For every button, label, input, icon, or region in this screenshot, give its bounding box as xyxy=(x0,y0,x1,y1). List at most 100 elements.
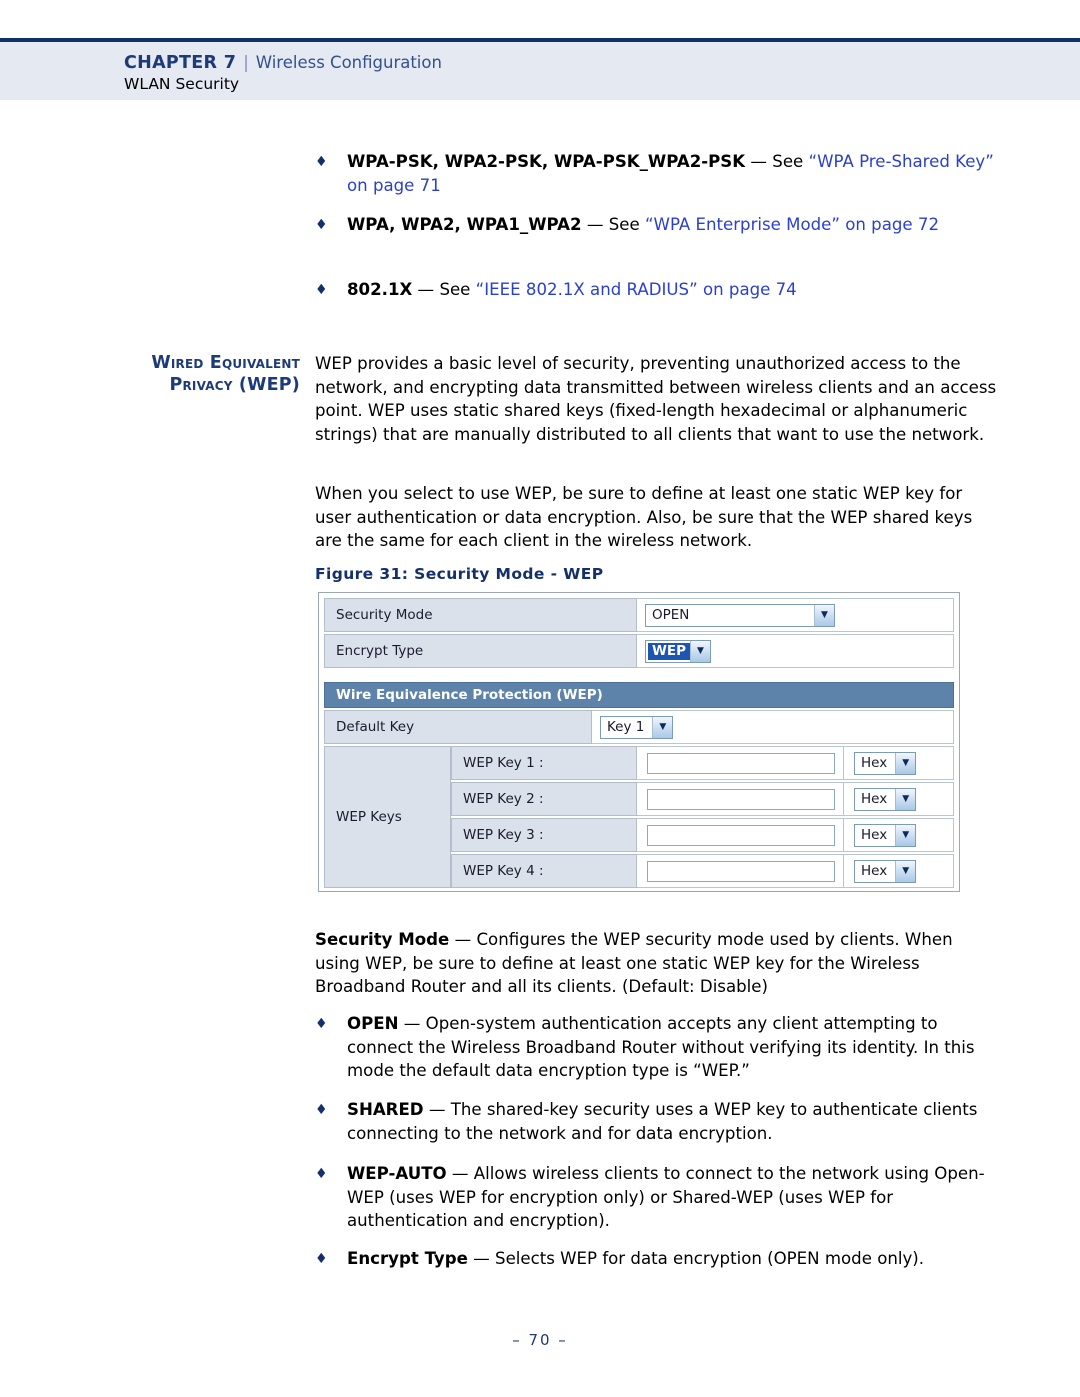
form-row-default-key: Default Key Key 1 ▼ xyxy=(324,710,954,744)
bullet-dash: — xyxy=(398,1014,426,1033)
chevron-down-icon[interactable]: ▼ xyxy=(895,788,916,810)
wep-key-1-type-select[interactable]: Hex ▼ xyxy=(854,751,917,775)
cross-reference-link[interactable]: “IEEE 802.1X and RADIUS” on page 74 xyxy=(476,280,797,299)
encrypt-type-select[interactable]: WEP ▼ xyxy=(645,639,712,663)
wep-key-3-type-select[interactable]: Hex ▼ xyxy=(854,823,917,847)
paragraph-security-mode: Security Mode — Configures the WEP secur… xyxy=(315,928,1000,999)
bullet-text-body: Open-system authentication accepts any c… xyxy=(347,1014,975,1080)
form-row-security-mode: Security Mode OPEN ▼ xyxy=(324,598,954,632)
figure-security-mode-wep: Security Mode OPEN ▼ Encrypt Type WEP ▼ … xyxy=(318,592,960,892)
cross-reference-link[interactable]: “WPA Enterprise Mode” on page 72 xyxy=(645,215,939,234)
bullet-lead: See xyxy=(608,215,645,234)
wep-key-3-type-value: Hex xyxy=(861,827,888,843)
security-mode-field: OPEN ▼ xyxy=(637,598,954,632)
bullet-dash: — xyxy=(467,1249,496,1268)
wep-key-2-input[interactable] xyxy=(647,788,835,810)
wep-key-4-label: WEP Key 4 : xyxy=(451,854,637,888)
chevron-down-icon[interactable]: ▼ xyxy=(652,716,673,738)
header-section-title: Wireless Configuration xyxy=(255,53,442,72)
wep-key-1-input-cell xyxy=(637,746,844,780)
default-key-label: Default Key xyxy=(324,710,592,744)
list-item: ♦ WEP-AUTO — Allows wireless clients to … xyxy=(315,1162,995,1233)
bullet-content: SHARED — The shared-key security uses a … xyxy=(347,1098,995,1145)
bullet-term: WEP-AUTO xyxy=(347,1164,447,1183)
list-item: ♦ OPEN — Open-system authentication acce… xyxy=(315,1012,995,1083)
list-item: ♦ Encrypt Type — Selects WEP for data en… xyxy=(315,1247,995,1271)
bullet-content: WPA, WPA2, WPA1_WPA2 — See “WPA Enterpri… xyxy=(347,213,995,237)
bullet-text-body: Selects WEP for data encryption (OPEN mo… xyxy=(495,1249,925,1268)
security-mode-dash: — xyxy=(449,930,477,949)
bullet-lead: See xyxy=(772,152,809,171)
table-row: WEP Key 4 : Hex ▼ xyxy=(451,854,954,888)
wep-key-3-type-cell: Hex ▼ xyxy=(844,818,954,852)
diamond-bullet-icon: ♦ xyxy=(315,282,328,298)
default-key-value: Key 1 xyxy=(607,719,645,735)
bullet-content: WEP-AUTO — Allows wireless clients to co… xyxy=(347,1162,995,1233)
bullet-term: WPA, WPA2, WPA1_WPA2 xyxy=(347,215,582,234)
wep-keys-rows: WEP Key 1 : Hex ▼ WEP Key 2 : Hex ▼ WEP … xyxy=(451,746,954,888)
chevron-down-icon[interactable]: ▼ xyxy=(895,824,916,846)
wep-key-1-type-value: Hex xyxy=(861,755,888,771)
wep-keys-label: WEP Keys xyxy=(324,746,451,888)
chevron-down-icon[interactable]: ▼ xyxy=(895,752,916,774)
header-subsection-title: WLAN Security xyxy=(124,75,240,93)
diamond-bullet-icon: ♦ xyxy=(315,1251,328,1267)
bullet-content: WPA-PSK, WPA2-PSK, WPA-PSK_WPA2-PSK — Se… xyxy=(347,150,995,197)
wep-key-1-label: WEP Key 1 : xyxy=(451,746,637,780)
wep-key-2-type-value: Hex xyxy=(861,791,888,807)
bullet-term: 802.1X xyxy=(347,280,413,299)
bullet-content: 802.1X — See “IEEE 802.1X and RADIUS” on… xyxy=(347,278,995,302)
bullet-term: SHARED xyxy=(347,1100,424,1119)
figure-caption: Figure 31: Security Mode - WEP xyxy=(315,565,604,583)
wep-key-2-input-cell xyxy=(637,782,844,816)
list-item: ♦ 802.1X — See “IEEE 802.1X and RADIUS” … xyxy=(315,278,995,302)
header-breadcrumb: CHAPTER 7 | Wireless Configuration xyxy=(124,53,442,73)
chevron-down-icon[interactable]: ▼ xyxy=(895,860,916,882)
default-key-select[interactable]: Key 1 ▼ xyxy=(600,715,674,739)
security-mode-select[interactable]: OPEN ▼ xyxy=(645,603,835,627)
bullet-lead: See xyxy=(439,280,476,299)
diamond-bullet-icon: ♦ xyxy=(315,1102,328,1118)
wep-keys-table: WEP Keys WEP Key 1 : Hex ▼ WEP Key 2: H… xyxy=(324,746,954,888)
bullet-term: OPEN xyxy=(347,1014,399,1033)
bullet-dash: — xyxy=(446,1164,474,1183)
form-row-encrypt-type: Encrypt Type WEP ▼ xyxy=(324,634,954,668)
encrypt-type-label: Encrypt Type xyxy=(324,634,637,668)
bullet-dash: — xyxy=(745,152,773,171)
table-row: WEP Key 2 : Hex ▼ xyxy=(451,782,954,816)
wep-key-3-input[interactable] xyxy=(647,824,835,846)
bullet-content: OPEN — Open-system authentication accept… xyxy=(347,1012,995,1083)
diamond-bullet-icon: ♦ xyxy=(315,1016,328,1032)
breadcrumb-separator: | xyxy=(243,53,249,72)
table-row: WEP Key 1 : Hex ▼ xyxy=(451,746,954,780)
wep-key-2-label: WEP Key 2 : xyxy=(451,782,637,816)
diamond-bullet-icon: ♦ xyxy=(315,154,328,170)
section-side-heading: Wired Equivalent Privacy (WEP) xyxy=(151,353,300,395)
security-mode-label: Security Mode xyxy=(324,598,637,632)
wep-key-4-input-cell xyxy=(637,854,844,888)
wep-key-4-type-select[interactable]: Hex ▼ xyxy=(854,859,917,883)
wep-key-3-label: WEP Key 3 : xyxy=(451,818,637,852)
page-number: – 70 – xyxy=(512,1331,568,1349)
wep-key-4-type-value: Hex xyxy=(861,863,888,879)
wep-key-3-input-cell xyxy=(637,818,844,852)
table-row: WEP Key 3 : Hex ▼ xyxy=(451,818,954,852)
encrypt-type-field: WEP ▼ xyxy=(637,634,954,668)
chevron-down-icon[interactable]: ▼ xyxy=(814,604,834,626)
wep-key-2-type-select[interactable]: Hex ▼ xyxy=(854,787,917,811)
bullet-dash: — xyxy=(423,1100,451,1119)
wep-key-4-input[interactable] xyxy=(647,860,835,882)
wep-key-4-type-cell: Hex ▼ xyxy=(844,854,954,888)
chevron-down-icon[interactable]: ▼ xyxy=(690,640,711,662)
security-mode-term: Security Mode xyxy=(315,930,450,949)
bullet-dash: — xyxy=(581,215,609,234)
chapter-label: CHAPTER 7 xyxy=(124,53,237,73)
default-key-field: Key 1 ▼ xyxy=(592,710,954,744)
encrypt-type-value: WEP xyxy=(648,642,691,660)
bullet-term: Encrypt Type xyxy=(347,1249,468,1268)
bullet-term: WPA-PSK, WPA2-PSK, WPA-PSK_WPA2-PSK xyxy=(347,152,746,171)
wep-key-1-input[interactable] xyxy=(647,752,835,774)
wep-key-2-type-cell: Hex ▼ xyxy=(844,782,954,816)
diamond-bullet-icon: ♦ xyxy=(315,1166,328,1182)
paragraph-wep-intro: WEP provides a basic level of security, … xyxy=(315,354,997,444)
